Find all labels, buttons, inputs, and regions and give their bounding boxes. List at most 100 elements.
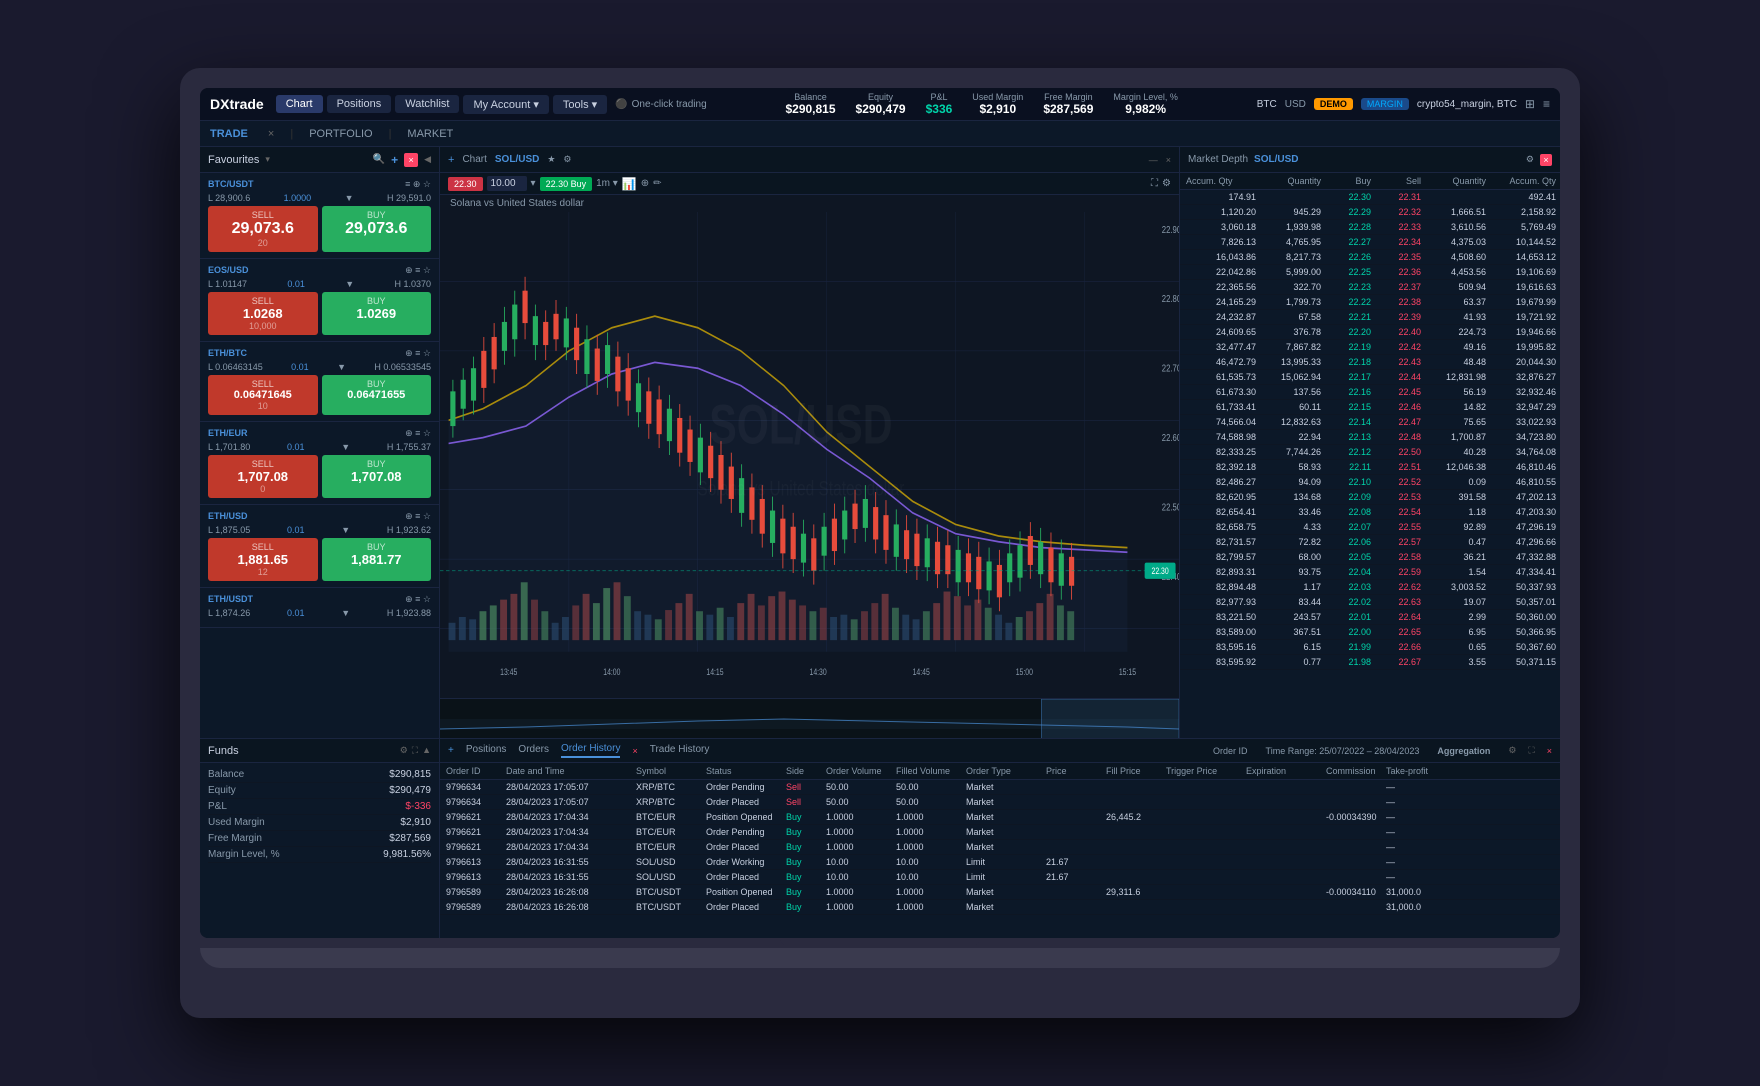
ethbtc-symbol[interactable]: ETH/BTC <box>208 348 247 359</box>
watchlist-nav-btn[interactable]: Watchlist <box>395 95 459 113</box>
panel-arrow[interactable]: ◀ <box>424 154 431 165</box>
order-row[interactable]: 3,060.181,939.9822.2822.333,610.565,769.… <box>1180 220 1560 235</box>
market-depth-settings[interactable]: ⚙ <box>1526 154 1534 165</box>
positions-tab[interactable]: Positions <box>466 744 507 757</box>
order-row[interactable]: 82,486.2794.0922.1022.520.0946,810.55 <box>1180 475 1560 490</box>
etheur-symbol[interactable]: ETH/EUR <box>208 428 248 439</box>
order-data-row[interactable]: 979663428/04/2023 17:05:07XRP/BTCOrder P… <box>440 780 1560 795</box>
trade-tab[interactable]: TRADE <box>210 128 248 140</box>
order-row[interactable]: 22,042.865,999.0022.2522.364,453.5619,10… <box>1180 265 1560 280</box>
order-data-row[interactable]: 979658928/04/2023 16:26:08BTC/USDTOrder … <box>440 900 1560 915</box>
order-row[interactable]: 174.9122.3022.31492.41 <box>1180 190 1560 205</box>
chart-minimize[interactable]: — <box>1149 155 1158 165</box>
order-row[interactable]: 83,595.166.1521.9922.660.6550,367.60 <box>1180 640 1560 655</box>
order-row[interactable]: 61,673.30137.5622.1622.4556.1932,932.46 <box>1180 385 1560 400</box>
btcusdt-symbol[interactable]: BTC/USDT <box>208 179 254 190</box>
order-row[interactable]: 83,589.00367.5122.0022.656.9550,366.95 <box>1180 625 1560 640</box>
trade-tab-close[interactable]: × <box>268 128 274 140</box>
search-icon[interactable]: 🔍 <box>373 154 385 165</box>
btcusdt-buy-btn[interactable]: BUY 29,073.6 . <box>322 206 432 252</box>
draw-btn[interactable]: ✏ <box>653 178 661 189</box>
etheur-buy-btn[interactable]: BUY 1,707.08 . <box>322 455 432 498</box>
btcusdt-sell-btn[interactable]: SELL 29,073.6 20 <box>208 206 318 252</box>
close-panel-btn[interactable]: × <box>404 153 418 167</box>
order-row[interactable]: 32,477.477,867.8222.1922.4249.1619,995.8… <box>1180 340 1560 355</box>
order-row[interactable]: 22,365.56322.7022.2322.37509.9419,616.63 <box>1180 280 1560 295</box>
order-row[interactable]: 1,120.20945.2922.2922.321,666.512,158.92 <box>1180 205 1560 220</box>
ethbtc-buy-btn[interactable]: BUY 0.06471655 . <box>322 375 432 415</box>
ethusd-symbol[interactable]: ETH/USD <box>208 511 248 522</box>
eosusd-buy-btn[interactable]: BUY 1.0269 . <box>322 292 432 335</box>
funds-expand[interactable]: ⛶ <box>412 745 418 756</box>
market-depth-close[interactable]: × <box>1540 154 1552 166</box>
tools-btn[interactable]: Tools ▾ <box>553 95 607 114</box>
trade-history-tab[interactable]: Trade History <box>650 744 710 757</box>
ethusd-buy-btn[interactable]: BUY 1,881.77 . <box>322 538 432 581</box>
order-row[interactable]: 74,566.0412,832.6322.1422.4775.6533,022.… <box>1180 415 1560 430</box>
order-row[interactable]: 82,658.754.3322.0722.5592.8947,296.19 <box>1180 520 1560 535</box>
orders-settings[interactable]: ⚙ <box>1508 745 1516 756</box>
fullscreen-btn[interactable]: ⛶ <box>1151 178 1158 189</box>
order-row[interactable]: 82,620.95134.6822.0922.53391.5847,202.13 <box>1180 490 1560 505</box>
order-row[interactable]: 24,609.65376.7822.2022.40224.7319,946.66 <box>1180 325 1560 340</box>
chart-star[interactable]: ★ <box>547 154 555 165</box>
order-history-tab[interactable]: Order History <box>561 743 620 758</box>
favourites-dropdown[interactable]: ▾ <box>265 154 270 165</box>
layout-icon[interactable]: ⊞ <box>1525 97 1535 111</box>
order-row[interactable]: 83,595.920.7721.9822.673.5550,371.15 <box>1180 655 1560 670</box>
order-row[interactable]: 7,826.134,765.9522.2722.344,375.0310,144… <box>1180 235 1560 250</box>
order-data-row[interactable]: 979663428/04/2023 17:05:07XRP/BTCOrder P… <box>440 795 1560 810</box>
order-data-row[interactable]: 979661328/04/2023 16:31:55SOL/USDOrder P… <box>440 870 1560 885</box>
eosusd-sell-btn[interactable]: SELL 1.0268 10,000 <box>208 292 318 335</box>
market-tab[interactable]: MARKET <box>407 128 453 140</box>
chart-type-icon[interactable]: 📊 <box>622 177 637 191</box>
order-data-row[interactable]: 979658928/04/2023 16:26:08BTC/USDTPositi… <box>440 885 1560 900</box>
orders-close[interactable]: × <box>1547 746 1552 756</box>
order-data-row[interactable]: 979662128/04/2023 17:04:34BTC/EUROrder P… <box>440 825 1560 840</box>
order-row[interactable]: 82,654.4133.4622.0822.541.1847,203.30 <box>1180 505 1560 520</box>
positions-tab-icon[interactable]: + <box>448 745 454 756</box>
chart-nav-btn[interactable]: Chart <box>276 95 323 113</box>
order-row[interactable]: 82,731.5772.8222.0622.570.4747,296.66 <box>1180 535 1560 550</box>
orders-expand[interactable]: ⛶ <box>1528 745 1534 756</box>
order-data-row[interactable]: 979662128/04/2023 17:04:34BTC/EURPositio… <box>440 810 1560 825</box>
order-row[interactable]: 61,535.7315,062.9422.1722.4412,831.9832,… <box>1180 370 1560 385</box>
sell-price-btn[interactable]: 22.30 <box>448 177 483 191</box>
order-data-row[interactable]: 979661328/04/2023 16:31:55SOL/USDOrder W… <box>440 855 1560 870</box>
order-row[interactable]: 74,588.9822.9422.1322.481,700.8734,723.8… <box>1180 430 1560 445</box>
ethusd-sell-btn[interactable]: SELL 1,881.65 12 <box>208 538 318 581</box>
funds-arrow[interactable]: ▲ <box>422 745 431 756</box>
chart-tab[interactable]: + <box>448 154 454 166</box>
order-row[interactable]: 46,472.7913,995.3322.1822.4348.4820,044.… <box>1180 355 1560 370</box>
eosusd-symbol[interactable]: EOS/USD <box>208 265 249 276</box>
order-row[interactable]: 82,893.3193.7522.0422.591.5447,334.41 <box>1180 565 1560 580</box>
order-row[interactable]: 61,733.4160.1122.1522.4614.8232,947.29 <box>1180 400 1560 415</box>
chart-close[interactable]: × <box>1166 155 1171 165</box>
order-row[interactable]: 82,977.9383.4422.0222.6319.0750,357.01 <box>1180 595 1560 610</box>
chart-settings[interactable]: ⚙ <box>563 154 571 165</box>
order-row[interactable]: 82,333.257,744.2622.1222.5040.2834,764.0… <box>1180 445 1560 460</box>
timeframe-select[interactable]: 1m ▾ <box>596 178 618 189</box>
order-row[interactable]: 16,043.868,217.7322.2622.354,508.6014,65… <box>1180 250 1560 265</box>
quantity-input[interactable] <box>487 176 527 191</box>
ethusdt-symbol[interactable]: ETH/USDT <box>208 594 253 605</box>
order-data-row[interactable]: 979662128/04/2023 17:04:34BTC/EUROrder P… <box>440 840 1560 855</box>
chart-area[interactable]: 22.90 22.80 22.70 22.60 22.50 22.40 13:4… <box>440 212 1179 698</box>
my-account-btn[interactable]: My Account ▾ <box>463 95 548 114</box>
portfolio-tab[interactable]: PORTFOLIO <box>309 128 372 140</box>
order-row[interactable]: 24,165.291,799.7322.2222.3863.3719,679.9… <box>1180 295 1560 310</box>
orders-table[interactable]: Order ID Date and Time Symbol Status Sid… <box>440 763 1560 938</box>
ethbtc-sell-btn[interactable]: SELL 0.06471645 10 <box>208 375 318 415</box>
order-row[interactable]: 82,799.5768.0022.0522.5836.2147,332.88 <box>1180 550 1560 565</box>
order-book[interactable]: Accum. Qty Quantity Buy Sell Quantity Ac… <box>1180 173 1560 738</box>
order-row[interactable]: 24,232.8767.5822.2122.3941.9319,721.92 <box>1180 310 1560 325</box>
order-row[interactable]: 82,392.1858.9322.1122.5112,046.3846,810.… <box>1180 460 1560 475</box>
indicators-btn[interactable]: ⊕ <box>641 178 649 189</box>
funds-settings[interactable]: ⚙ <box>400 745 408 756</box>
add-symbol-btn[interactable]: + <box>391 153 398 167</box>
chart-settings-btn[interactable]: ⚙ <box>1162 178 1171 189</box>
buy-btn[interactable]: 22.30 Buy <box>540 177 593 191</box>
menu-icon[interactable]: ≡ <box>1543 97 1550 111</box>
orders-tab-btn[interactable]: Orders <box>518 744 549 757</box>
order-history-close[interactable]: × <box>632 746 637 756</box>
